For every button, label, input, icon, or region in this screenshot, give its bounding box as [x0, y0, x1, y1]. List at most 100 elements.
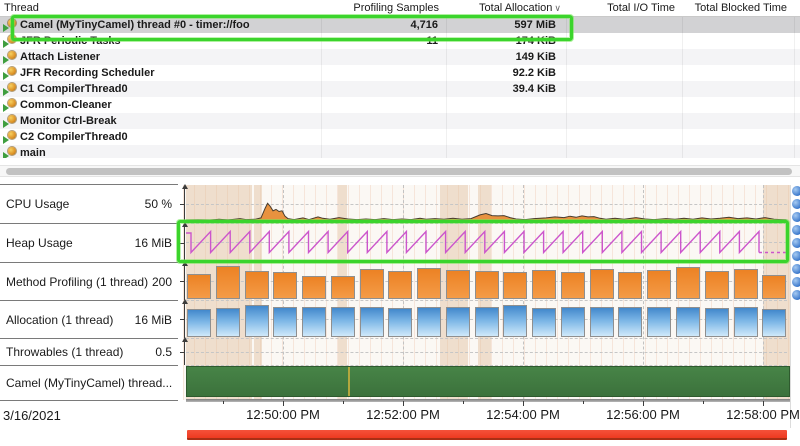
axis-tick-method-profiling: 200: [152, 275, 172, 289]
method-profiling-bar[interactable]: [618, 272, 642, 299]
lane-row-heap-usage[interactable]: Heap Usage 16 MiB: [0, 224, 178, 262]
heap-usage-chart[interactable]: [186, 223, 790, 262]
method-profiling-bar[interactable]: [273, 272, 297, 299]
method-profiling-bar[interactable]: [532, 270, 556, 299]
method-profiling-bar[interactable]: [446, 270, 470, 299]
thread-name: Monitor Ctrl-Break: [20, 113, 117, 129]
method-profiling-bar[interactable]: [417, 268, 441, 299]
method-profiling-bar[interactable]: [762, 275, 786, 299]
horizontal-scrollbar-track[interactable]: [0, 165, 800, 177]
allocation-bar[interactable]: [734, 307, 758, 337]
lane-row-cpu-usage[interactable]: CPU Usage 50 %: [0, 185, 178, 223]
timeline-label-panel: CPU Usage 50 % Heap Usage 16 MiB Method …: [0, 183, 180, 428]
allocation-bar[interactable]: [302, 307, 326, 337]
column-header-total-io-time[interactable]: Total I/O Time: [567, 2, 683, 14]
axis-tickmark: [180, 352, 185, 353]
column-header-thread[interactable]: Thread: [0, 2, 322, 14]
thread-name: main: [20, 145, 46, 158]
lane-row-method-profiling[interactable]: Method Profiling (1 thread) 200: [0, 263, 178, 300]
column-header-total-allocation-label: Total Allocation: [479, 2, 552, 14]
method-profiling-bar[interactable]: [590, 269, 614, 299]
lane-label-heap-usage: Heap Usage: [0, 236, 73, 250]
method-profiling-bar[interactable]: [388, 271, 412, 299]
allocation-bar[interactable]: [475, 307, 499, 337]
column-header-total-blocked-time[interactable]: Total Blocked Time: [683, 2, 795, 14]
allocation-bar[interactable]: [532, 308, 556, 337]
allocation-bar[interactable]: [417, 307, 441, 337]
allocation-bar[interactable]: [705, 308, 729, 337]
allocation-chart[interactable]: [186, 300, 790, 338]
method-profiling-bar[interactable]: [302, 276, 326, 299]
allocation-cell: 39.4 KiB: [447, 81, 567, 97]
table-row[interactable]: Camel (MyTinyCamel) thread #0 - timer://…: [0, 17, 800, 33]
method-profiling-bar[interactable]: [245, 271, 269, 299]
table-row[interactable]: Attach Listener149 KiB: [0, 49, 800, 65]
lane-config-icon[interactable]: [792, 238, 800, 248]
allocation-bar[interactable]: [561, 307, 585, 337]
allocation-bar[interactable]: [590, 307, 614, 337]
lane-config-icon[interactable]: [792, 199, 800, 209]
allocation-bar[interactable]: [360, 307, 384, 337]
cpu-usage-chart[interactable]: [186, 185, 790, 223]
timeline-date-label: 3/16/2021: [3, 408, 61, 423]
blocked-time-cell: [683, 97, 795, 113]
horizontal-scrollbar-thumb[interactable]: [6, 168, 792, 175]
lane-config-icon[interactable]: [792, 225, 800, 235]
running-thread-icon: [3, 115, 17, 128]
method-profiling-bar[interactable]: [475, 271, 499, 299]
throwables-chart[interactable]: [186, 338, 790, 365]
axis-tick-throwables: 0.5: [155, 345, 172, 359]
lane-config-icon[interactable]: [792, 277, 800, 287]
table-row[interactable]: JFR Periodic Tasks11174 KiB: [0, 33, 800, 49]
blocked-time-cell: [683, 129, 795, 145]
allocation-bar[interactable]: [618, 307, 642, 337]
time-range-selector[interactable]: [187, 430, 787, 440]
lane-config-icon[interactable]: [792, 186, 800, 196]
method-profiling-bar[interactable]: [676, 267, 700, 299]
method-profiling-bar[interactable]: [187, 274, 211, 299]
method-profiling-bar[interactable]: [705, 271, 729, 299]
thread-table-header: Thread Profiling Samples Total Allocatio…: [0, 0, 800, 17]
lane-config-icon[interactable]: [792, 251, 800, 261]
allocation-bar[interactable]: [331, 307, 355, 337]
method-profiling-bar[interactable]: [647, 270, 671, 299]
table-row[interactable]: C2 CompilerThread0: [0, 129, 800, 145]
allocation-bar[interactable]: [503, 305, 527, 337]
allocation-bar[interactable]: [647, 307, 671, 337]
allocation-bar[interactable]: [446, 307, 470, 337]
method-profiling-chart[interactable]: [186, 262, 790, 300]
method-profiling-bar[interactable]: [561, 272, 585, 299]
allocation-bar[interactable]: [187, 309, 211, 337]
table-row[interactable]: Monitor Ctrl-Break: [0, 113, 800, 129]
column-header-total-allocation[interactable]: Total Allocation∨: [447, 2, 567, 14]
lane-config-icon[interactable]: [792, 264, 800, 274]
table-row[interactable]: C1 CompilerThread039.4 KiB: [0, 81, 800, 97]
allocation-bar[interactable]: [216, 308, 240, 337]
allocation-bar[interactable]: [388, 308, 412, 337]
table-row[interactable]: Common-Cleaner: [0, 97, 800, 113]
allocation-bar[interactable]: [676, 307, 700, 337]
allocation-bar[interactable]: [762, 309, 786, 337]
io-time-cell: [567, 65, 683, 81]
io-time-cell: [567, 129, 683, 145]
table-row[interactable]: JFR Recording Scheduler92.2 KiB: [0, 65, 800, 81]
allocation-bar[interactable]: [245, 305, 269, 337]
method-profiling-bar[interactable]: [216, 266, 240, 299]
lane-row-allocation[interactable]: Allocation (1 thread) 16 MiB: [0, 301, 178, 338]
method-profiling-bar[interactable]: [734, 269, 758, 299]
lane-config-icon[interactable]: [792, 212, 800, 222]
lane-config-icon[interactable]: [792, 290, 800, 300]
column-header-profiling-samples[interactable]: Profiling Samples: [322, 2, 447, 14]
table-row[interactable]: main: [0, 145, 800, 158]
allocation-bar[interactable]: [273, 307, 297, 337]
camel-thread-lane[interactable]: [186, 365, 790, 400]
thread-table: Thread Profiling Samples Total Allocatio…: [0, 0, 800, 158]
lane-row-throwables[interactable]: Throwables (1 thread) 0.5: [0, 339, 178, 365]
lane-row-camel-thread[interactable]: Camel (MyTinyCamel) thread...: [0, 366, 178, 400]
samples-cell: [322, 129, 447, 145]
method-profiling-bar[interactable]: [360, 269, 384, 299]
method-profiling-bar[interactable]: [503, 272, 527, 299]
time-axis-major-tick: [523, 401, 524, 406]
camel-thread-activity-span[interactable]: [186, 366, 790, 397]
method-profiling-bar[interactable]: [331, 276, 355, 299]
